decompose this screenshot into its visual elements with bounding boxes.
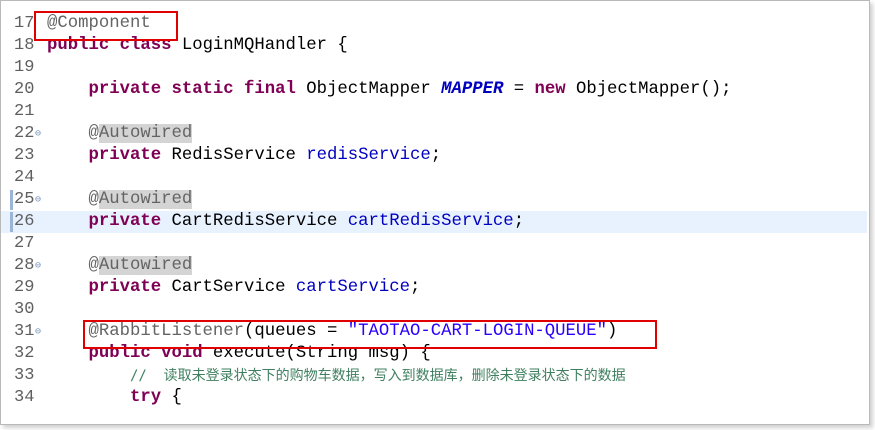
code-line[interactable]: 30 bbox=[1, 299, 867, 321]
code-token: CartRedisService bbox=[161, 212, 348, 231]
code-token: private bbox=[88, 278, 162, 297]
code-text[interactable]: private static final ObjectMapper MAPPER… bbox=[47, 79, 732, 101]
code-token: try bbox=[129, 388, 162, 407]
code-line[interactable]: 33 // 读取未登录状态下的购物车数据，写入到数据库，删除未登录状态下的数据 bbox=[1, 365, 867, 387]
line-number: 29 bbox=[14, 278, 35, 297]
code-token: private bbox=[88, 146, 162, 165]
code-token: Autowired bbox=[98, 124, 193, 143]
code-token: ; bbox=[430, 146, 442, 165]
fold-collapse-icon[interactable]: ⊖ bbox=[35, 123, 45, 145]
line-number: 26 bbox=[14, 212, 35, 231]
code-token: Autowired bbox=[98, 190, 193, 209]
code-token: cartService bbox=[295, 278, 410, 297]
line-number: 23 bbox=[14, 146, 35, 165]
highlight-box-rabbit-listener bbox=[83, 320, 657, 349]
code-token: RedisService bbox=[161, 146, 307, 165]
code-token: = bbox=[503, 80, 535, 99]
code-line[interactable]: 19 bbox=[1, 57, 867, 79]
code-token: CartService bbox=[161, 278, 296, 297]
line-number: 20 bbox=[14, 80, 35, 99]
code-token: @ bbox=[88, 190, 99, 209]
line-number: 24 bbox=[14, 168, 35, 187]
code-line[interactable]: 28 ⊖ @Autowired bbox=[1, 255, 867, 277]
code-token: { bbox=[161, 388, 182, 407]
code-token: // 读取未登录状态下的购物车数据，写入到数据库，删除未登录状态下的数据 bbox=[129, 368, 626, 384]
code-line[interactable]: 29 private CartService cartService; bbox=[1, 277, 867, 299]
code-token: @ bbox=[88, 256, 99, 275]
code-token: MAPPER bbox=[441, 80, 504, 99]
fold-collapse-icon[interactable]: ⊖ bbox=[35, 255, 45, 277]
code-line[interactable]: 27 bbox=[1, 233, 867, 255]
line-number: 34 bbox=[14, 388, 35, 407]
code-token: @ bbox=[88, 124, 99, 143]
line-number: 33 bbox=[14, 366, 35, 385]
code-token: ; bbox=[409, 278, 421, 297]
code-token: private bbox=[88, 212, 162, 231]
code-line[interactable]: 20 private static final ObjectMapper MAP… bbox=[1, 79, 867, 101]
code-text[interactable]: private RedisService redisService; bbox=[47, 145, 441, 167]
code-line[interactable]: 21 bbox=[1, 101, 867, 123]
code-text[interactable]: @Autowired bbox=[47, 189, 193, 211]
line-number: 30 bbox=[14, 300, 35, 319]
code-line[interactable]: 23 private RedisService redisService; bbox=[1, 145, 867, 167]
code-text[interactable]: private CartRedisService cartRedisServic… bbox=[47, 211, 524, 233]
line-number: 27 bbox=[14, 234, 35, 253]
code-line[interactable]: 24 bbox=[1, 167, 867, 189]
fold-collapse-icon[interactable]: ⊖ bbox=[35, 321, 45, 343]
code-token: ObjectMapper bbox=[295, 80, 442, 99]
code-token: redisService bbox=[306, 146, 431, 165]
code-token: Autowired bbox=[98, 256, 193, 275]
code-token: new bbox=[534, 80, 566, 99]
line-number: 21 bbox=[14, 102, 35, 121]
code-text[interactable]: // 读取未登录状态下的购物车数据，写入到数据库，删除未登录状态下的数据 bbox=[47, 365, 626, 387]
line-number: 19 bbox=[14, 58, 35, 77]
highlight-box-component bbox=[34, 11, 178, 41]
code-text[interactable]: try { bbox=[47, 387, 182, 409]
code-text[interactable]: @Autowired bbox=[47, 255, 193, 277]
code-line[interactable]: 22 ⊖ @Autowired bbox=[1, 123, 867, 145]
code-line[interactable]: 26 private CartRedisService cartRedisSer… bbox=[1, 211, 867, 233]
code-token: ObjectMapper(); bbox=[565, 80, 732, 99]
code-line[interactable]: 34 try { bbox=[1, 387, 867, 409]
code-text[interactable]: private CartService cartService; bbox=[47, 277, 420, 299]
fold-collapse-icon[interactable]: ⊖ bbox=[35, 189, 45, 211]
code-editor[interactable]: 17 @Component 18 public class LoginMQHandle… bbox=[0, 0, 870, 425]
code-token: private static final bbox=[88, 80, 296, 99]
code-token: LoginMQHandler { bbox=[171, 36, 348, 55]
code-line[interactable]: 25 ⊖ @Autowired bbox=[1, 189, 867, 211]
line-number: 32 bbox=[14, 344, 35, 363]
code-token: cartRedisService bbox=[347, 212, 514, 231]
code-token: ; bbox=[513, 212, 525, 231]
code-text[interactable]: @Autowired bbox=[47, 123, 193, 145]
